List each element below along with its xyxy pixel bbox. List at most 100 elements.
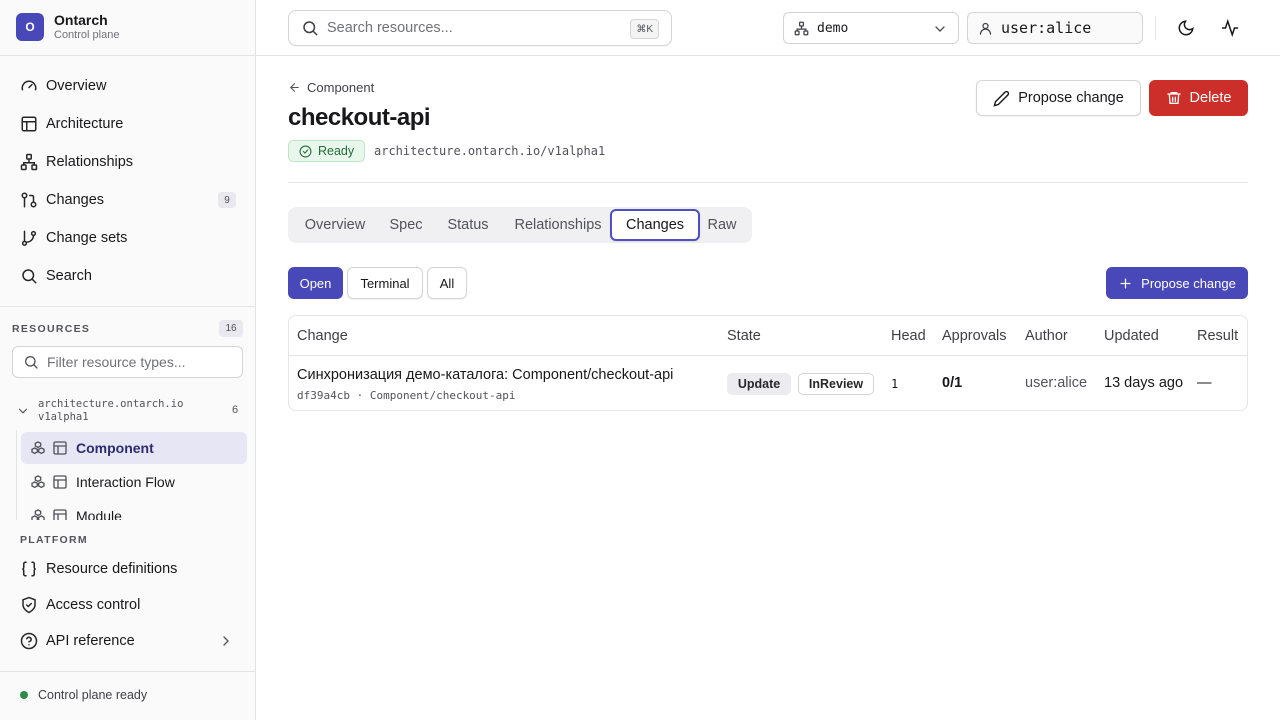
change-subtitle: df39a4cb · Component/checkout-api [297,389,516,402]
boxes-icon [30,508,46,520]
layout-icon [20,115,38,133]
sidebar-item-label: Relationships [46,154,134,170]
change-title[interactable]: Синхронизация демо-каталога: Component/c… [297,367,673,383]
check-circle-icon [299,145,312,158]
sidebar-divider [0,671,256,672]
header-divider [288,182,1248,183]
filter-resource-types[interactable] [12,346,243,378]
sidebar-item-label: API reference [46,633,135,649]
theme-toggle-button[interactable] [1172,14,1200,42]
column-header-approvals: Approvals [942,328,1007,344]
resource-type-label: Module [76,508,122,520]
tab-relationships[interactable]: Relationships [506,209,610,241]
sidebar-item-architecture[interactable]: Architecture [12,108,244,140]
tab-raw[interactable]: Raw [702,209,742,241]
sidebar-item-access-control[interactable]: Access control [12,590,244,620]
topbar-divider [1155,16,1156,40]
tab-spec[interactable]: Spec [380,209,432,241]
global-search-input[interactable] [327,20,617,36]
page-title: checkout-api [288,104,431,131]
sidebar-item-api-reference[interactable]: API reference [12,626,244,656]
delete-button[interactable]: Delete [1149,80,1248,116]
resource-group-version: v1alpha1 [38,411,89,423]
status-dot [20,691,28,699]
sidebar-item-relationships[interactable]: Relationships [12,146,244,178]
layout-icon [52,440,68,456]
user-identity-field[interactable]: user:alice [967,12,1143,44]
resource-type-interaction-flow[interactable]: Interaction Flow [21,466,247,498]
sidebar-item-resource-definitions[interactable]: Resource definitions [12,554,244,584]
tree-line [16,430,17,520]
brand[interactable]: O Ontarch Control plane [16,12,119,42]
gauge-icon [20,77,38,95]
table-row[interactable]: Синхронизация демо-каталога: Component/c… [289,356,1247,410]
result-value: — [1197,375,1212,391]
sidebar-item-changes[interactable]: Changes 9 [12,184,244,216]
brand-logo: O [16,13,44,41]
resource-type-label: Interaction Flow [76,474,175,490]
status-text: Control plane ready [38,688,148,702]
tab-changes[interactable]: Changes [610,209,700,241]
user-icon [978,21,993,36]
filter-resource-types-input[interactable] [47,354,237,370]
git-branch-icon [20,229,38,247]
chevron-down-icon [932,21,948,37]
filter-all-button[interactable]: All [427,267,467,299]
resource-group-label: architecture.ontarch.io v1alpha1 [38,398,183,424]
control-plane-status: Control plane ready [20,688,147,702]
pencil-icon [993,90,1010,107]
sidebar-item-label: Search [46,268,92,284]
sidebar-item-label: Overview [46,78,107,94]
table-header: Change State Head Approvals Author Updat… [289,316,1247,356]
resource-type-component[interactable]: Component [21,432,247,464]
plus-icon [1118,276,1133,291]
sidebar-divider [0,306,256,307]
brand-name: Ontarch [54,12,108,28]
column-header-head: Head [891,328,926,344]
arrow-left-icon [288,81,301,94]
user-value: user:alice [1001,19,1092,37]
resource-group-name: architecture.ontarch.io [38,398,184,410]
sidebar-item-search[interactable]: Search [12,260,244,292]
back-link[interactable]: Component [288,80,374,95]
sidebar-item-overview[interactable]: Overview [12,70,244,102]
namespace-select[interactable]: demo [783,12,959,44]
state-phase-badge: InReview [798,373,874,395]
search-icon [20,267,38,285]
git-pull-request-icon [20,191,38,209]
resource-tabs: Overview Spec Status Relationships Chang… [288,207,752,243]
brand-text: Ontarch Control plane [54,12,119,42]
sidebar-item-label: Resource definitions [46,561,178,577]
trash-icon [1166,90,1182,106]
delete-label: Delete [1189,90,1232,106]
filter-open-button[interactable]: Open [288,267,343,299]
network-icon [20,153,38,171]
sidebar-item-label: Access control [46,597,141,613]
search-icon [23,354,39,370]
resource-group-count: 6 [232,404,239,416]
column-header-change: Change [297,328,348,344]
column-header-result: Result [1197,328,1239,344]
sidebar-item-change-sets[interactable]: Change sets [12,222,244,254]
propose-change-primary-button[interactable]: Propose change [1106,267,1248,299]
activity-button[interactable] [1216,14,1244,42]
status-badge: Ready [288,140,366,162]
platform-section-label: PLATFORM [20,534,88,546]
tab-overview[interactable]: Overview [294,209,376,241]
status-badge-label: Ready [318,144,355,158]
propose-change-label: Propose change [1018,90,1124,106]
namespace-value: demo [817,20,849,36]
resource-type-module[interactable]: Module [21,500,247,520]
shield-check-icon [20,596,38,614]
resource-type-list: Component Interaction Flow Module [0,430,256,520]
sidebar-item-label: Architecture [46,116,124,132]
sidebar-item-label: Changes [46,192,105,208]
filter-terminal-button[interactable]: Terminal [347,267,423,299]
propose-change-button[interactable]: Propose change [976,80,1141,116]
sidebar-divider [0,55,256,56]
resource-group-toggle[interactable]: architecture.ontarch.io v1alpha1 6 [16,396,248,426]
moon-icon [1177,19,1195,37]
global-search[interactable]: ⌘K [288,10,672,46]
resource-type-label: Component [76,440,154,456]
tab-status[interactable]: Status [438,209,498,241]
